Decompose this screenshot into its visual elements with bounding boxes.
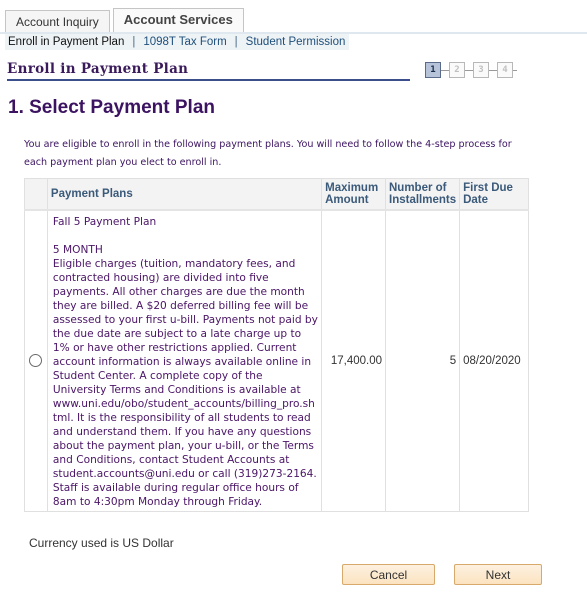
header-first-due-date: First Due Date — [459, 178, 529, 211]
currency-note: Currency used is US Dollar — [29, 536, 174, 550]
subnav-separator: | — [132, 36, 136, 48]
step-indicator: 1 2 3 4 — [425, 62, 517, 78]
step-connector — [489, 69, 497, 71]
tab-bar: Account Inquiry Account Services — [5, 8, 247, 32]
select-cell — [24, 209, 48, 512]
plan-subtitle: 5 MONTH — [52, 243, 103, 256]
step-4: 4 — [497, 62, 513, 78]
header-select — [24, 178, 48, 211]
section-title: Enroll in Payment Plan — [7, 61, 189, 77]
subnav-separator: | — [234, 36, 238, 48]
tab-account-inquiry[interactable]: Account Inquiry — [5, 10, 110, 32]
table-row: Fall 5 Payment Plan 5 MONTH Eligible cha… — [24, 209, 529, 512]
step-connector — [465, 69, 473, 71]
tab-account-services[interactable]: Account Services — [112, 8, 244, 32]
next-button[interactable]: Next — [454, 564, 542, 585]
max-amount-cell: 17,400.00 — [321, 209, 386, 512]
payment-plans-table: Payment Plans Maximum Amount Number of I… — [24, 178, 529, 512]
step-connector — [513, 69, 517, 71]
step-1: 1 — [425, 62, 441, 78]
subnav-current-enroll-payment-plan: Enroll in Payment Plan — [8, 36, 125, 48]
subnav-link-1098t-tax-form[interactable]: 1098T Tax Form — [143, 36, 226, 48]
plan-name: Fall 5 Payment Plan — [52, 215, 157, 228]
first-due-date-cell: 08/20/2020 — [459, 209, 529, 512]
header-payment-plans: Payment Plans — [46, 178, 323, 211]
plan-description: Eligible charges (tuition, mandatory fee… — [52, 257, 318, 508]
cancel-button[interactable]: Cancel — [342, 564, 435, 585]
page-heading: 1. Select Payment Plan — [8, 97, 215, 118]
plan-cell: Fall 5 Payment Plan 5 MONTH Eligible cha… — [46, 209, 323, 512]
step-3: 3 — [473, 62, 489, 78]
subnav-link-student-permission[interactable]: Student Permission — [246, 36, 346, 48]
installments-cell: 5 — [384, 209, 461, 512]
intro-text: You are eligible to enroll in the follow… — [24, 139, 512, 168]
section-divider — [7, 79, 410, 81]
header-maximum-amount: Maximum Amount — [321, 178, 386, 211]
step-2: 2 — [449, 62, 465, 78]
table-header-row: Payment Plans Maximum Amount Number of I… — [24, 178, 529, 211]
plan-spacer — [53, 229, 318, 243]
plan-radio-button[interactable] — [29, 354, 43, 367]
header-number-of-installments: Number of Installments — [384, 178, 461, 211]
step-connector — [441, 69, 449, 71]
sub-navigation: Enroll in Payment Plan | 1098T Tax Form … — [5, 34, 350, 50]
